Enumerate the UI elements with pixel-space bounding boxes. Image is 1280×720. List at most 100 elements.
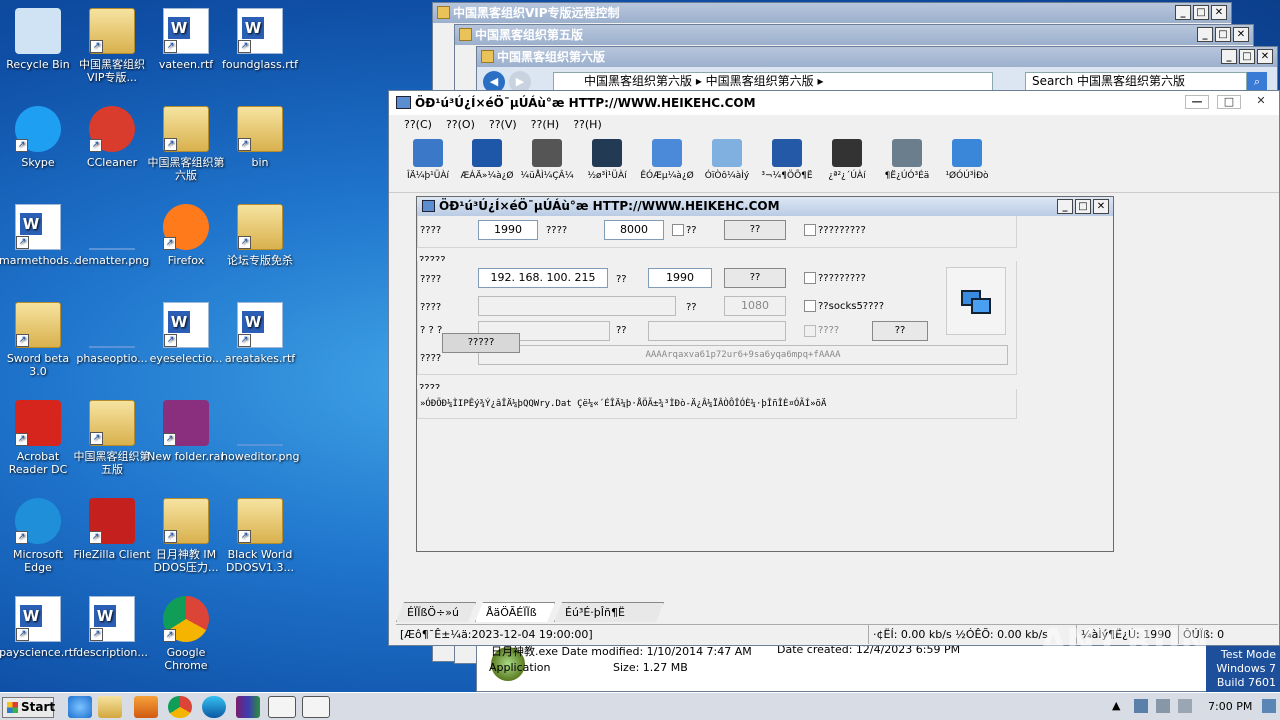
minimize-button[interactable]: — [1185,95,1209,109]
address-field[interactable]: 中国黑客组织第六版 ▸ 中国黑客组织第六版 ▸ [553,72,993,91]
winrar-icon[interactable] [236,696,260,718]
desktop-icon[interactable]: phaseoptio... [73,302,151,365]
toolbar-button[interactable]: ¶Ë¿ÚÓ³Éä [877,135,937,192]
tab[interactable]: Éú³É·þÎñ¶Ë [554,602,664,622]
toolbar-button[interactable]: ¼üÅÌ¼ÇÂ¼ [517,135,577,192]
flag-tray-icon[interactable] [1178,699,1192,713]
desktop-icon[interactable]: ↗ 中国黑客组织第五版 [73,400,151,476]
settings-dialog[interactable]: ÖÐ¹ú³Ú¿Í×éÖ¯µÚÁù°æ HTTP://WWW.HEIKEHC.CO… [416,196,1114,552]
toolbar-button[interactable]: ÊÓÆµ¼à¿Ø [637,135,697,192]
auth-apply-button[interactable]: ?? [872,321,928,341]
pass-input[interactable] [648,321,786,341]
desktop-icon[interactable]: ↗ 中国黑客组织VIP专版... [73,8,151,84]
desktop-icon[interactable]: ↗ 中国黑客组织第六版 [147,106,225,182]
desktop-icon[interactable]: ↗ description... [73,596,151,659]
toolbar-button[interactable]: ÓïÒô¼àÌý [697,135,757,192]
encoded-string-field[interactable]: AAAArqaxva61p72ur6+9sa6yqa6mpq+fAAAA [478,345,1008,365]
close-button[interactable]: ✕ [1093,199,1109,214]
menu-item[interactable]: ??(C) [397,115,439,135]
desktop-icon[interactable]: ↗ payscience.rtf [0,596,77,659]
rat-task-icon[interactable] [268,696,296,718]
desktop-icon[interactable]: ↗ CCleaner [73,106,151,169]
volume-tray-icon[interactable] [1156,699,1170,713]
socks5-checkbox[interactable] [804,300,816,312]
desktop-icon[interactable]: ↗ Skype [0,106,77,169]
dialog-title[interactable]: ÖÐ¹ú³Ú¿Í×éÖ¯µÚÁù°æ HTTP://WWW.HEIKEHC.CO… [417,197,1113,216]
menu-item[interactable]: ??(H) [524,115,567,135]
tab[interactable]: ÉÏÏßÖ÷»ú [396,602,476,622]
minimize-button[interactable]: _ [1221,49,1237,64]
auth-checkbox[interactable] [804,325,816,337]
desktop-icon[interactable]: ↗ vateen.rtf [147,8,225,71]
host-checkbox[interactable] [804,272,816,284]
toolbar-button[interactable]: ÆÁÄ»¼à¿Ø [457,135,517,192]
toolbar-button[interactable]: ÎÄ¼þ¹ÜÀí [399,135,457,192]
desktop-icon[interactable]: ↗ Black World DDOSV1.3... [221,498,299,574]
maximize-button[interactable]: □ [1239,49,1255,64]
ie-icon[interactable] [68,696,92,718]
chrome-icon[interactable] [168,696,192,718]
maximize-button[interactable]: □ [1215,27,1231,42]
toolbar-button[interactable]: ½ø³Ì¹ÜÀí [577,135,637,192]
host-apply-button[interactable]: ?? [724,268,786,288]
desktop-icon[interactable]: ↗ FileZilla Client [73,498,151,561]
minimize-button[interactable]: _ [1175,5,1191,20]
menu-item[interactable]: ??(H) [566,115,609,135]
close-button[interactable]: ✕ [1257,49,1273,64]
desktop-icon[interactable]: ↗ Microsoft Edge [0,498,77,574]
toolbar-button[interactable]: ¹ØÓÚ³ÌÐò [937,135,997,192]
desktop-icon[interactable]: howeditor.png [221,400,300,463]
desktop-icon[interactable]: ↗ Firefox [147,204,225,267]
desktop-icon[interactable]: ↗ New folder.rar [147,400,225,463]
media-player-icon[interactable] [134,696,158,718]
desktop-icon[interactable]: ↗ eyeselectio... [147,302,225,365]
network-tray-icon[interactable] [1134,699,1148,713]
window-vip-title[interactable]: 中国黑客组织VIP专版远程控制 _ □ ✕ [433,3,1231,23]
maximize-button[interactable]: □ [1075,199,1091,214]
listen-apply-button[interactable]: ?? [724,220,786,240]
menu-item[interactable]: ??(V) [482,115,524,135]
maximize-button[interactable]: □ [1217,95,1241,109]
start-button[interactable]: Start [2,697,55,718]
proxy-port-input[interactable]: 1080 [724,296,786,316]
app-task-icon[interactable] [302,696,330,718]
show-desktop-button[interactable] [1262,699,1276,713]
desktop-icon[interactable]: ↗ 日月神教 IM DDOS压力... [147,498,225,574]
generate-button[interactable]: ????? [442,333,520,353]
host-ip-input[interactable]: 192. 168. 100. 215 [478,268,608,288]
main-window-title[interactable]: ÖÐ¹ú³Ú¿Í×éÖ¯µÚÁù°æ HTTP://WWW.HEIKEHC.CO… [389,91,1279,115]
close-button[interactable]: ✕ [1249,95,1273,109]
desktop-icon[interactable]: ↗ areatakes.rtf [221,302,299,365]
host-port-input[interactable]: 1990 [648,268,712,288]
close-button[interactable]: ✕ [1211,5,1227,20]
desktop-icon[interactable]: ↗ foundglass.rtf [221,8,299,71]
window-fifth-title[interactable]: 中国黑客组织第五版 _ □ ✕ [455,25,1253,45]
minimize-button[interactable]: _ [1197,27,1213,42]
close-button[interactable]: ✕ [1233,27,1249,42]
desktop-icon[interactable]: ↗ Sword beta 3.0 [0,302,77,378]
listen-checkbox[interactable] [672,224,684,236]
desktop-icon[interactable]: dematter.png [73,204,151,267]
toolbar-button[interactable]: ¿ª²¿´ÚÀí [817,135,877,192]
desktop-icon[interactable]: ↗ Acrobat Reader DC [0,400,77,476]
maximize-button[interactable]: □ [1193,5,1209,20]
auto-listen-checkbox[interactable] [804,224,816,236]
desktop-icon[interactable]: ↗ marmethods... [0,204,80,267]
edge-icon[interactable] [202,696,226,718]
menu-item[interactable]: ??(O) [439,115,482,135]
minimize-button[interactable]: _ [1057,199,1073,214]
proxy-ip-input[interactable] [478,296,676,316]
clock[interactable]: 7:00 PM [1208,700,1252,713]
max-conn-input[interactable]: 8000 [604,220,664,240]
search-icon[interactable]: ⌕ [1247,72,1267,91]
desktop-icon[interactable]: ↗ Google Chrome [147,596,225,672]
toolbar-button[interactable]: ³¬¼¶ÖÕ¶Ë [757,135,817,192]
tab[interactable]: ÅäÖÃÉÏÏß [475,602,555,622]
explorer-icon[interactable] [98,696,122,718]
desktop-icon[interactable]: ↗ bin [221,106,299,169]
network-icon[interactable] [946,267,1006,335]
window-sixth-title[interactable]: 中国黑客组织第六版 _ □ ✕ [477,47,1277,67]
listen-port-input[interactable]: 1990 [478,220,538,240]
desktop-icon[interactable]: Recycle Bin [0,8,77,71]
tray-expand-icon[interactable]: ▲ [1112,699,1120,712]
